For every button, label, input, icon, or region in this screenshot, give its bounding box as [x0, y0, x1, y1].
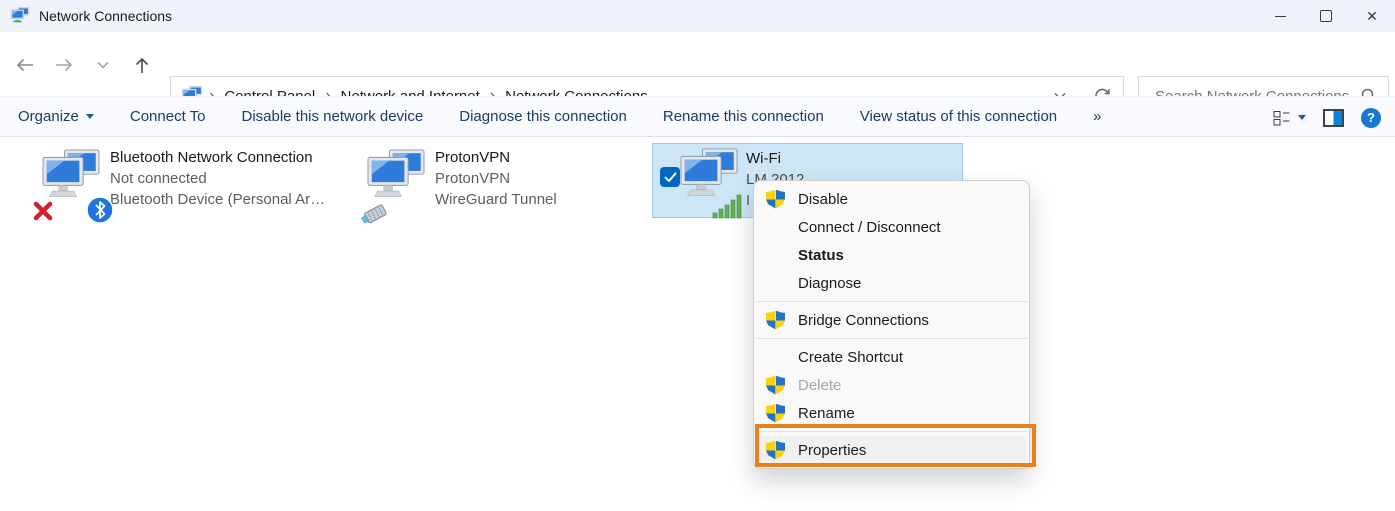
address-row: › Control Panel › Network and Internet ›… [0, 32, 1395, 116]
uac-shield-icon [766, 440, 785, 460]
connection-item-bluetooth[interactable]: Bluetooth Network Connection Not connect… [10, 143, 345, 224]
uac-shield-icon [766, 189, 785, 209]
menu-item-label: Connect / Disconnect [798, 218, 941, 236]
connection-device: Bluetooth Device (Personal Ar… [110, 191, 326, 208]
menu-separator [755, 338, 1028, 339]
rename-connection-label: Rename this connection [662, 108, 824, 125]
ethernet-plug-icon [359, 200, 393, 226]
menu-item-label: Status [798, 246, 844, 264]
title-bar: Network Connections ✕ [0, 0, 1395, 32]
menu-item-label: Rename [798, 404, 855, 422]
back-button[interactable] [10, 54, 40, 76]
menu-item-bridge-connections[interactable]: Bridge Connections [754, 306, 1029, 334]
minimize-icon [1274, 15, 1286, 17]
menu-item-rename[interactable]: Rename [754, 399, 1029, 427]
window-title: Network Connections [39, 8, 173, 24]
view-status-label: View status of this connection [859, 108, 1058, 125]
view-status-button[interactable]: View status of this connection [860, 108, 1057, 125]
toolbar-overflow-button[interactable]: » [1093, 108, 1101, 125]
menu-item-delete: Delete [754, 371, 1029, 399]
menu-item-label: Bridge Connections [798, 311, 929, 329]
rename-connection-button[interactable]: Rename this connection [663, 108, 824, 125]
signal-strength-icon [712, 193, 744, 219]
chevron-down-icon [1298, 115, 1306, 120]
diagnose-connection-label: Diagnose this connection [459, 108, 627, 125]
uac-shield-icon [766, 403, 785, 423]
list-view-icon [1273, 110, 1290, 125]
arrow-up-icon [135, 57, 149, 73]
organize-label: Organize [18, 108, 79, 125]
menu-item-label: Create Shortcut [798, 348, 904, 366]
disable-device-label: Disable this network device [241, 108, 424, 125]
menu-separator [755, 431, 1028, 432]
check-icon [664, 172, 676, 182]
connection-device: WireGuard Tunnel [435, 191, 557, 208]
menu-item-diagnose[interactable]: Diagnose [754, 269, 1029, 297]
diagnose-connection-button[interactable]: Diagnose this connection [459, 108, 627, 125]
connection-name: Bluetooth Network Connection [110, 149, 313, 166]
not-connected-x-icon [32, 200, 54, 222]
connection-name: ProtonVPN [435, 149, 511, 166]
change-view-button[interactable] [1273, 110, 1306, 126]
connection-status: Not connected [110, 170, 207, 187]
menu-item-label: Diagnose [798, 274, 862, 292]
menu-item-label: Properties [798, 441, 867, 459]
recent-pages-button[interactable] [88, 54, 118, 76]
connect-to-button[interactable]: Connect To [130, 108, 206, 125]
context-menu: Disable Connect / Disconnect Status Diag… [753, 180, 1030, 469]
help-button[interactable]: ? [1361, 107, 1381, 128]
minimize-button[interactable] [1257, 0, 1303, 32]
menu-item-connect-disconnect[interactable]: Connect / Disconnect [754, 213, 1029, 241]
menu-item-properties[interactable]: Properties [757, 436, 1026, 464]
forward-button[interactable] [49, 54, 79, 76]
bluetooth-icon [86, 196, 114, 224]
command-bar: Organize Connect To Disable this network… [0, 96, 1395, 137]
menu-item-label: Disable [798, 190, 849, 208]
close-icon: ✕ [1366, 7, 1378, 24]
maximize-icon [1320, 10, 1332, 22]
preview-pane-button[interactable] [1323, 108, 1344, 127]
close-button[interactable]: ✕ [1349, 0, 1395, 32]
uac-shield-icon [766, 310, 785, 330]
selected-checkbox[interactable] [660, 167, 680, 187]
menu-item-disable[interactable]: Disable [754, 185, 1029, 213]
connection-name: Wi-Fi [746, 150, 781, 167]
connect-to-label: Connect To [129, 108, 206, 125]
network-adapter-icon [33, 149, 114, 224]
menu-item-status[interactable]: Status [754, 241, 1029, 269]
disable-device-button[interactable]: Disable this network device [241, 108, 423, 125]
arrow-left-icon [16, 58, 33, 72]
menu-item-create-shortcut[interactable]: Create Shortcut [754, 343, 1029, 371]
chevron-down-icon [85, 114, 94, 119]
network-adapter-icon [678, 148, 742, 219]
network-connections-icon [10, 7, 30, 25]
network-adapter-icon [361, 149, 427, 224]
chevron-down-icon [97, 61, 109, 69]
menu-separator [755, 301, 1028, 302]
arrow-right-icon [56, 58, 73, 72]
preview-pane-icon [1323, 108, 1344, 127]
organize-button[interactable]: Organize [18, 108, 94, 125]
connection-item-protonvpn[interactable]: ProtonVPN ProtonVPN WireGuard Tunnel [360, 143, 640, 224]
connection-status: ProtonVPN [435, 170, 511, 187]
uac-shield-icon [766, 375, 785, 395]
up-button[interactable] [127, 54, 157, 76]
maximize-button[interactable] [1303, 0, 1349, 32]
menu-item-label: Delete [798, 376, 842, 394]
